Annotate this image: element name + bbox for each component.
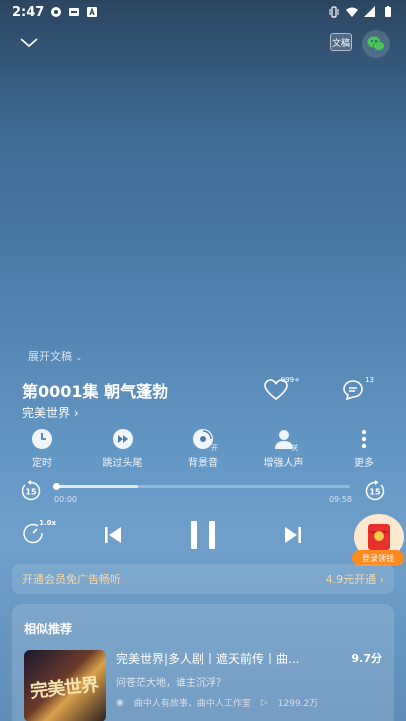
recommendation-item[interactable]: 完美世界 完美世界|多人剧丨遮天前传丨曲... 9.7分 问苍茫大地，谁主沉浮？… [24,650,382,721]
cover-title: 完美世界 [29,674,100,703]
vip-price-button[interactable]: 4.9元开通 › [326,571,384,587]
expand-transcript-link[interactable]: 展开文稿 ⌄ [28,348,82,364]
recommendation-card: 相似推荐 完美世界 完美世界|多人剧丨遮天前传丨曲... 9.7分 问苍茫大地，… [12,604,394,721]
background-sound-icon: 开 [192,428,218,452]
skip-previous-icon [105,527,121,543]
progress-fill [56,485,139,488]
album-link[interactable]: 完美世界 › [22,404,79,421]
skip-intro-label: 跳过头尾 [102,458,143,469]
comment-icon [343,380,363,401]
more-vertical-icon [353,428,375,450]
collapse-player-button[interactable] [18,32,40,54]
chevron-right-icon: › [379,573,384,586]
status-time: 2:47 [12,4,45,20]
background-sound-button[interactable]: 开 背景音 [173,428,233,469]
recommendation-score: 9.7分 [351,652,383,665]
skip-intro-button[interactable]: 跳过头尾 [93,428,153,469]
recommendation-name: 完美世界|多人剧丨遮天前传丨曲... [116,652,300,666]
speed-label: 1.0x [39,519,56,527]
skip-next-icon [285,527,301,543]
like-button[interactable]: 999+ [264,376,300,402]
background-sound-badge: 开 [211,444,218,452]
next-button[interactable] [282,524,304,546]
total-time: 09:58 [328,495,352,504]
progress-slider[interactable] [53,483,350,490]
episode-title-row: 第0001集 朝气蓬勃 999+ 13 [22,376,384,402]
forward-seconds: 15 [369,488,381,497]
author-icon: ◉ [116,697,124,708]
voice-enhance-label: 增强人声 [263,458,304,469]
message-notification-icon [68,6,80,18]
playback-controls: 1.0x 登录领钱 [0,514,406,566]
album-name: 完美世界 [22,406,71,420]
play-count-icon: ▷ [260,697,268,708]
voice-enhance-icon: 关 [273,428,299,452]
signal-icon [364,6,376,18]
previous-button[interactable] [102,524,124,546]
voice-enhance-badge: 关 [291,444,299,452]
timer-label: 定时 [32,458,52,469]
album-cover-image: 完美世界 [24,650,106,721]
forward-icon: 15 [365,480,385,501]
recommendation-author: 曲中人有故事，曲中人工作室 [133,699,251,709]
voice-enhance-button[interactable]: 关 增强人声 [254,428,314,469]
comment-count: 13 [365,376,374,384]
episode-title: 第0001集 朝气蓬勃 [22,382,169,401]
status-bar: 2:47 [0,0,406,24]
chevron-down-icon [20,38,38,48]
login-reward-badge[interactable]: 登录领钱 [352,514,406,570]
background-sound-label: 背景音 [188,458,218,469]
recommendation-meta: ◉ 曲中人有故事，曲中人工作室 ▷ 1299.2万 [116,696,319,710]
clock-icon [31,428,53,450]
wechat-share-button[interactable] [362,30,390,58]
app-notification-icon [50,6,62,18]
skip-intro-icon [112,428,134,450]
more-button[interactable]: 更多 [334,428,394,469]
top-bar: 文稿 [0,30,406,58]
wechat-icon [367,36,385,51]
pause-icon [191,521,215,549]
current-time: 00:00 [54,495,78,504]
battery-icon [382,6,394,18]
transcript-button[interactable]: 文稿 [330,33,352,51]
rewind-15-button[interactable]: 15 [20,480,42,502]
chevron-down-small-icon: ⌄ [75,353,83,362]
progress-thumb[interactable] [53,483,60,490]
vip-price-label: 4.9元开通 [325,573,377,586]
rewind-seconds: 15 [25,488,37,497]
pause-button[interactable] [186,518,220,552]
function-bar: 定时 跳过头尾 开 背景音 关 增强人声 更多 [12,428,394,469]
font-notification-icon [86,6,98,18]
transcript-label: 文稿 [331,38,350,49]
forward-15-button[interactable]: 15 [364,480,386,502]
timer-button[interactable]: 定时 [12,428,72,469]
rewind-icon: 15 [21,480,41,501]
chevron-right-icon: › [73,406,79,420]
expand-transcript-label: 展开文稿 [28,350,72,363]
progress-row: 15 00:00 09:58 15 [20,478,386,508]
like-count: 999+ [280,376,300,384]
vip-text: 开通会员免广告畅听 [22,573,121,586]
wifi-icon [346,6,358,18]
comment-button[interactable]: 13 [342,376,374,402]
vip-banner[interactable]: 开通会员免广告畅听 4.9元开通 › [12,564,394,594]
recommendation-plays: 1299.2万 [277,699,319,709]
speed-button[interactable]: 1.0x [22,519,56,548]
recommendation-desc: 问苍茫大地，谁主沉浮？ [116,678,226,689]
vibrate-icon [328,6,340,18]
more-label: 更多 [354,458,374,469]
recommendation-title: 相似推荐 [24,622,73,636]
